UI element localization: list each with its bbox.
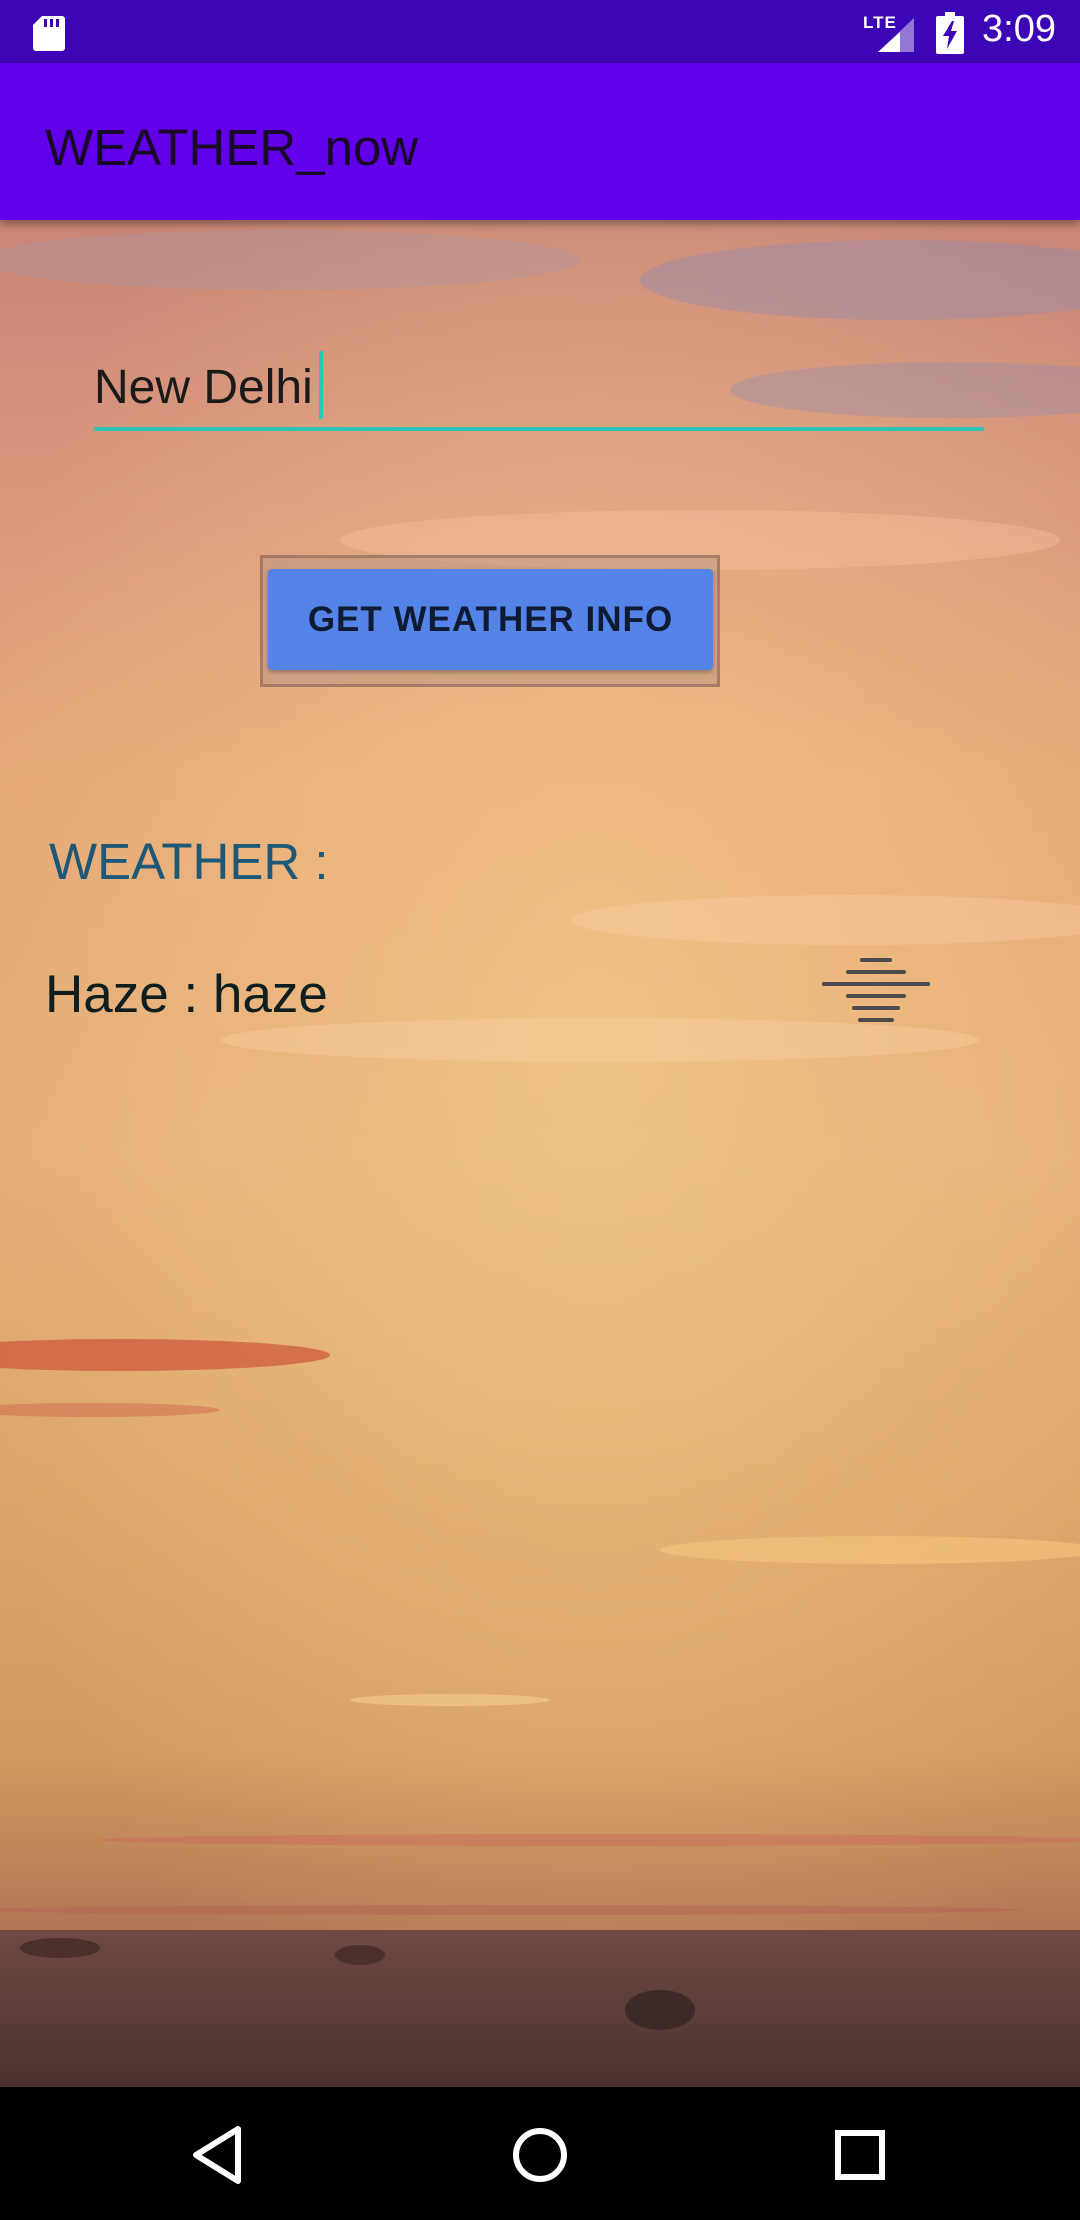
app-title: WEATHER_now bbox=[45, 119, 419, 176]
back-icon[interactable] bbox=[180, 2115, 260, 2195]
sd-card-icon bbox=[33, 16, 65, 51]
home-icon[interactable] bbox=[500, 2115, 580, 2195]
app-screen: LTE 3:09 WEATHER_now New Delhi GET WEATH… bbox=[0, 0, 1080, 2220]
main-content: GET WEATHER INFO WEATHER : Haze : haze bbox=[0, 220, 1080, 2087]
recents-icon[interactable] bbox=[820, 2115, 900, 2195]
status-time: 3:09 bbox=[982, 8, 1056, 50]
navigation-bar bbox=[0, 2087, 1080, 2220]
haze-icon bbox=[822, 958, 930, 1022]
app-bar: WEATHER_now bbox=[0, 63, 1080, 220]
text-cursor bbox=[319, 351, 323, 419]
status-bar: LTE 3:09 bbox=[0, 0, 1080, 63]
city-input[interactable] bbox=[94, 347, 984, 431]
weather-description: Haze : haze bbox=[45, 965, 328, 1024]
battery-charging-icon bbox=[936, 12, 964, 54]
weather-heading: WEATHER : bbox=[49, 833, 329, 890]
get-weather-info-button[interactable]: GET WEATHER INFO bbox=[268, 569, 713, 670]
sunset-background-image bbox=[0, 220, 1080, 2087]
signal-icon bbox=[878, 18, 914, 52]
